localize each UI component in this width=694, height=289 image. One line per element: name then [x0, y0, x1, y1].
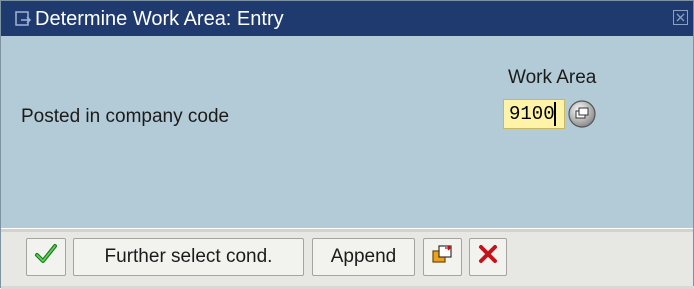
button-toolbar: Further select cond. Append	[1, 228, 693, 288]
multiple-selection-button[interactable]	[423, 238, 462, 276]
toolbar-divider	[1, 229, 693, 232]
close-icon[interactable]	[673, 10, 688, 25]
dialog-content: Work Area Posted in company code 9100	[1, 36, 693, 228]
dialog-icon	[15, 11, 33, 27]
further-select-cond-button[interactable]: Further select cond.	[73, 238, 304, 276]
text-cursor	[554, 102, 556, 126]
continue-button[interactable]	[26, 238, 66, 276]
window-title: Determine Work Area: Entry	[35, 8, 284, 30]
possible-entries-icon[interactable]	[567, 99, 597, 129]
cancel-button[interactable]	[469, 238, 507, 276]
company-code-label: Posted in company code	[21, 106, 230, 127]
append-button[interactable]: Append	[312, 238, 415, 276]
dialog-window: Determine Work Area: Entry Work Area Pos…	[0, 0, 694, 289]
title-bar: Determine Work Area: Entry	[1, 1, 693, 36]
green-check-icon	[34, 242, 58, 272]
column-header-work-area: Work Area	[508, 67, 597, 88]
multiple-selection-icon	[431, 242, 455, 272]
red-x-icon	[477, 243, 499, 271]
